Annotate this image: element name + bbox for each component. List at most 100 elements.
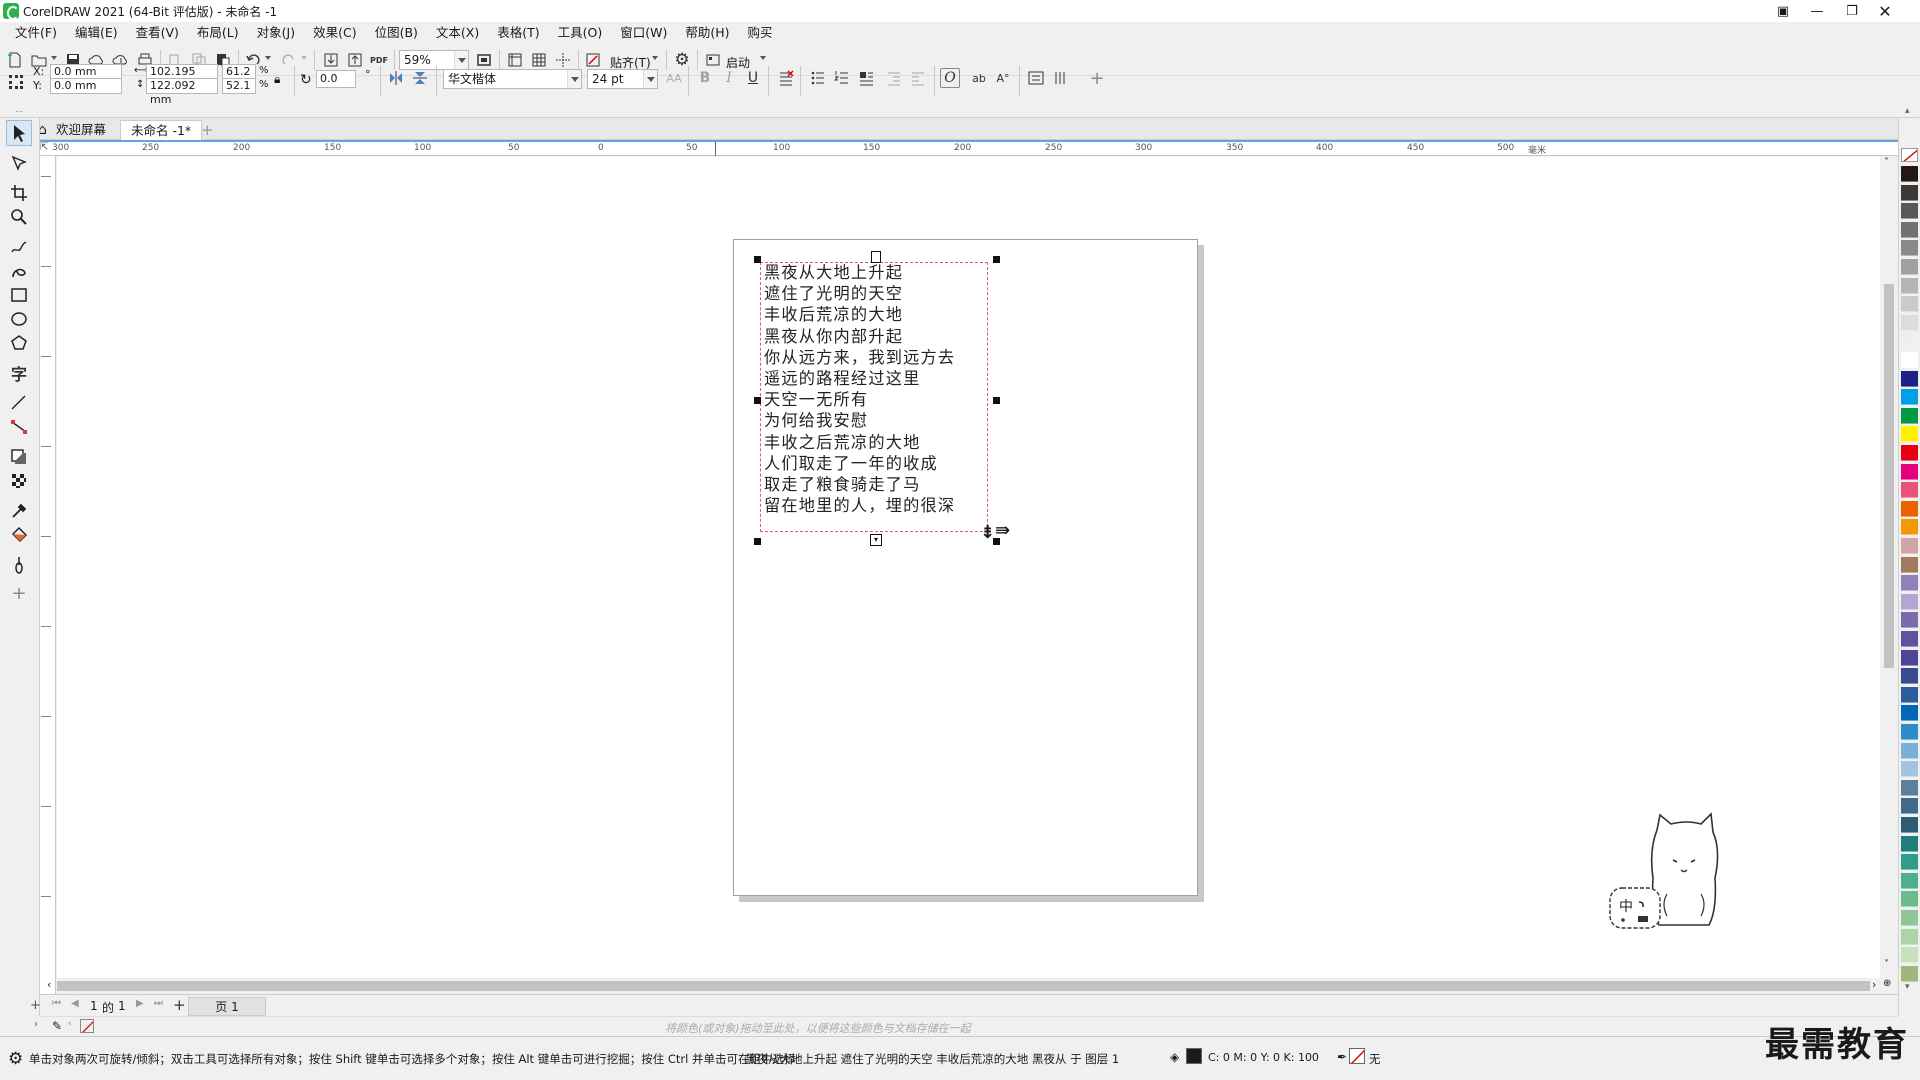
color-swatch[interactable] — [1901, 296, 1918, 313]
color-swatch[interactable] — [1901, 612, 1918, 629]
color-swatch[interactable] — [1901, 240, 1918, 257]
menu-view[interactable]: 查看(V) — [127, 22, 188, 44]
transparency-tool-icon[interactable] — [6, 468, 32, 494]
paragraph-text[interactable]: 黑夜从大地上升起 遮住了光明的天空 丰收后荒凉的大地 黑夜从你内部升起 你从远方… — [764, 262, 1004, 516]
freehand-tool-icon[interactable] — [6, 234, 32, 260]
show-guidelines-icon[interactable] — [553, 50, 573, 70]
connector-tool-icon[interactable] — [6, 414, 32, 440]
tab-document[interactable]: 未命名 -1* — [120, 120, 203, 140]
redo-icon[interactable] — [279, 50, 299, 70]
status-settings-gear-icon[interactable]: ⚙ — [8, 1049, 23, 1069]
color-swatch[interactable] — [1901, 947, 1918, 964]
options-gear-icon[interactable]: ⚙ — [672, 50, 692, 70]
lock-ratio-icon[interactable]: 🔒︎ — [274, 72, 280, 87]
horizontal-text-icon[interactable] — [1026, 68, 1046, 88]
text-frame-overflow-tab-icon[interactable]: ▾ — [870, 534, 882, 546]
selection-handle-top-left[interactable] — [754, 256, 761, 263]
zoom-level-combo[interactable]: 59% — [399, 50, 469, 70]
color-swatch[interactable] — [1901, 352, 1918, 368]
color-swatch[interactable] — [1901, 798, 1918, 815]
mirror-vertical-icon[interactable] — [410, 68, 430, 88]
color-swatch[interactable] — [1901, 742, 1918, 759]
import-icon[interactable] — [321, 50, 341, 70]
color-swatch[interactable] — [1901, 166, 1918, 182]
eyedropper-tool-icon[interactable] — [6, 498, 32, 524]
menu-layout[interactable]: 布局(L) — [188, 22, 248, 44]
horizontal-ruler[interactable]: ⇱ 300 250 200 150 100 50 0 50 100 150 20… — [40, 140, 1898, 156]
bullet-list-icon[interactable] — [808, 68, 828, 88]
y-position-field[interactable]: 0.0 mm — [50, 78, 122, 94]
vertical-text-icon[interactable] — [1050, 68, 1070, 88]
menu-table[interactable]: 表格(T) — [488, 22, 548, 44]
add-tool-icon[interactable]: + — [6, 580, 32, 606]
color-swatch[interactable] — [1901, 631, 1918, 647]
color-swatch[interactable] — [1901, 538, 1918, 554]
color-swatch[interactable] — [1901, 221, 1918, 238]
selection-handle-bottom-left[interactable] — [754, 538, 761, 545]
prev-page-icon[interactable]: ◀ — [71, 998, 79, 1009]
object-origin-icon[interactable] — [4, 70, 28, 94]
ruler-origin-icon[interactable]: ⇱ — [40, 142, 48, 153]
color-swatch[interactable] — [1901, 314, 1918, 331]
show-grid-icon[interactable] — [529, 50, 549, 70]
restore-button[interactable]: ❐ — [1835, 0, 1869, 22]
eyedropper-icon[interactable]: ✎ — [52, 1019, 62, 1033]
add-page-before-icon[interactable]: + — [30, 998, 41, 1013]
rectangle-tool-icon[interactable] — [6, 282, 32, 308]
show-rulers-icon[interactable] — [505, 50, 525, 70]
vertical-scrollbar[interactable]: ˄ ˅ — [1880, 157, 1898, 994]
char-spacing-handle-icon[interactable]: ⇛ — [995, 520, 1010, 541]
color-swatch[interactable] — [1901, 891, 1918, 908]
color-swatch[interactable] — [1901, 184, 1918, 201]
publish-pdf-icon[interactable]: PDF — [369, 50, 389, 70]
redo-dropdown-icon[interactable] — [301, 56, 307, 60]
color-swatch[interactable] — [1901, 910, 1918, 926]
artistic-media-tool-icon[interactable] — [6, 258, 32, 284]
undo-dropdown-icon[interactable] — [265, 56, 271, 60]
add-page-after-icon[interactable]: + — [173, 996, 186, 1014]
color-swatch[interactable] — [1901, 445, 1918, 461]
text-align-icon[interactable] — [776, 68, 796, 88]
selection-handle-middle-right[interactable] — [993, 397, 1000, 404]
line-spacing-handle-icon[interactable]: ⇟ — [980, 522, 995, 543]
selection-handle-top-right[interactable] — [993, 256, 1000, 263]
doc-palette-prev-icon[interactable]: ‹ — [68, 1019, 72, 1029]
italic-icon[interactable]: I — [719, 68, 739, 88]
tab-welcome-screen[interactable]: 欢迎屏幕 — [46, 120, 116, 140]
scroll-up-icon[interactable]: ˄ — [1884, 157, 1889, 168]
color-swatch[interactable] — [1901, 668, 1918, 685]
pick-tool-icon[interactable] — [6, 120, 32, 146]
menu-window[interactable]: 窗口(W) — [611, 22, 676, 44]
last-page-icon[interactable]: ⏭ — [154, 998, 163, 1009]
color-swatch[interactable] — [1901, 835, 1918, 852]
numbered-list-icon[interactable] — [832, 68, 852, 88]
chevron-down-icon[interactable] — [567, 70, 581, 88]
menu-buy[interactable]: 购买 — [739, 22, 782, 44]
menu-effects[interactable]: 效果(C) — [304, 22, 365, 44]
color-swatch[interactable] — [1901, 965, 1918, 982]
rotation-field[interactable]: 0.0 — [316, 70, 356, 88]
menu-help[interactable]: 帮助(H) — [676, 22, 738, 44]
ellipse-tool-icon[interactable] — [6, 306, 32, 332]
crop-tool-icon[interactable] — [6, 180, 32, 206]
increase-indent-icon[interactable] — [908, 68, 928, 88]
color-swatch[interactable] — [1901, 259, 1918, 275]
color-swatch[interactable] — [1901, 556, 1918, 573]
horizontal-scrollbar[interactable]: ‹ › ⊕ — [47, 978, 1891, 994]
font-scale-icon[interactable]: AA — [664, 68, 684, 88]
color-swatch[interactable] — [1901, 333, 1918, 350]
export-icon[interactable] — [345, 50, 365, 70]
launch-dropdown-icon[interactable] — [760, 56, 766, 60]
selection-handle-middle-left[interactable] — [754, 397, 761, 404]
scale-y-field[interactable]: 52.1 — [222, 78, 256, 94]
color-swatch[interactable] — [1901, 686, 1918, 703]
color-swatch[interactable] — [1901, 482, 1918, 499]
menu-object[interactable]: 对象(J) — [248, 22, 304, 44]
text-properties-icon[interactable]: O — [940, 68, 960, 88]
color-swatch[interactable] — [1901, 928, 1918, 945]
bold-icon[interactable]: B — [695, 68, 715, 88]
open-dropdown-icon[interactable] — [51, 56, 57, 60]
horizontal-scroll-thumb[interactable] — [57, 981, 1870, 991]
color-swatch[interactable] — [1901, 203, 1918, 220]
text-frame-top-tab-icon[interactable] — [871, 251, 881, 263]
